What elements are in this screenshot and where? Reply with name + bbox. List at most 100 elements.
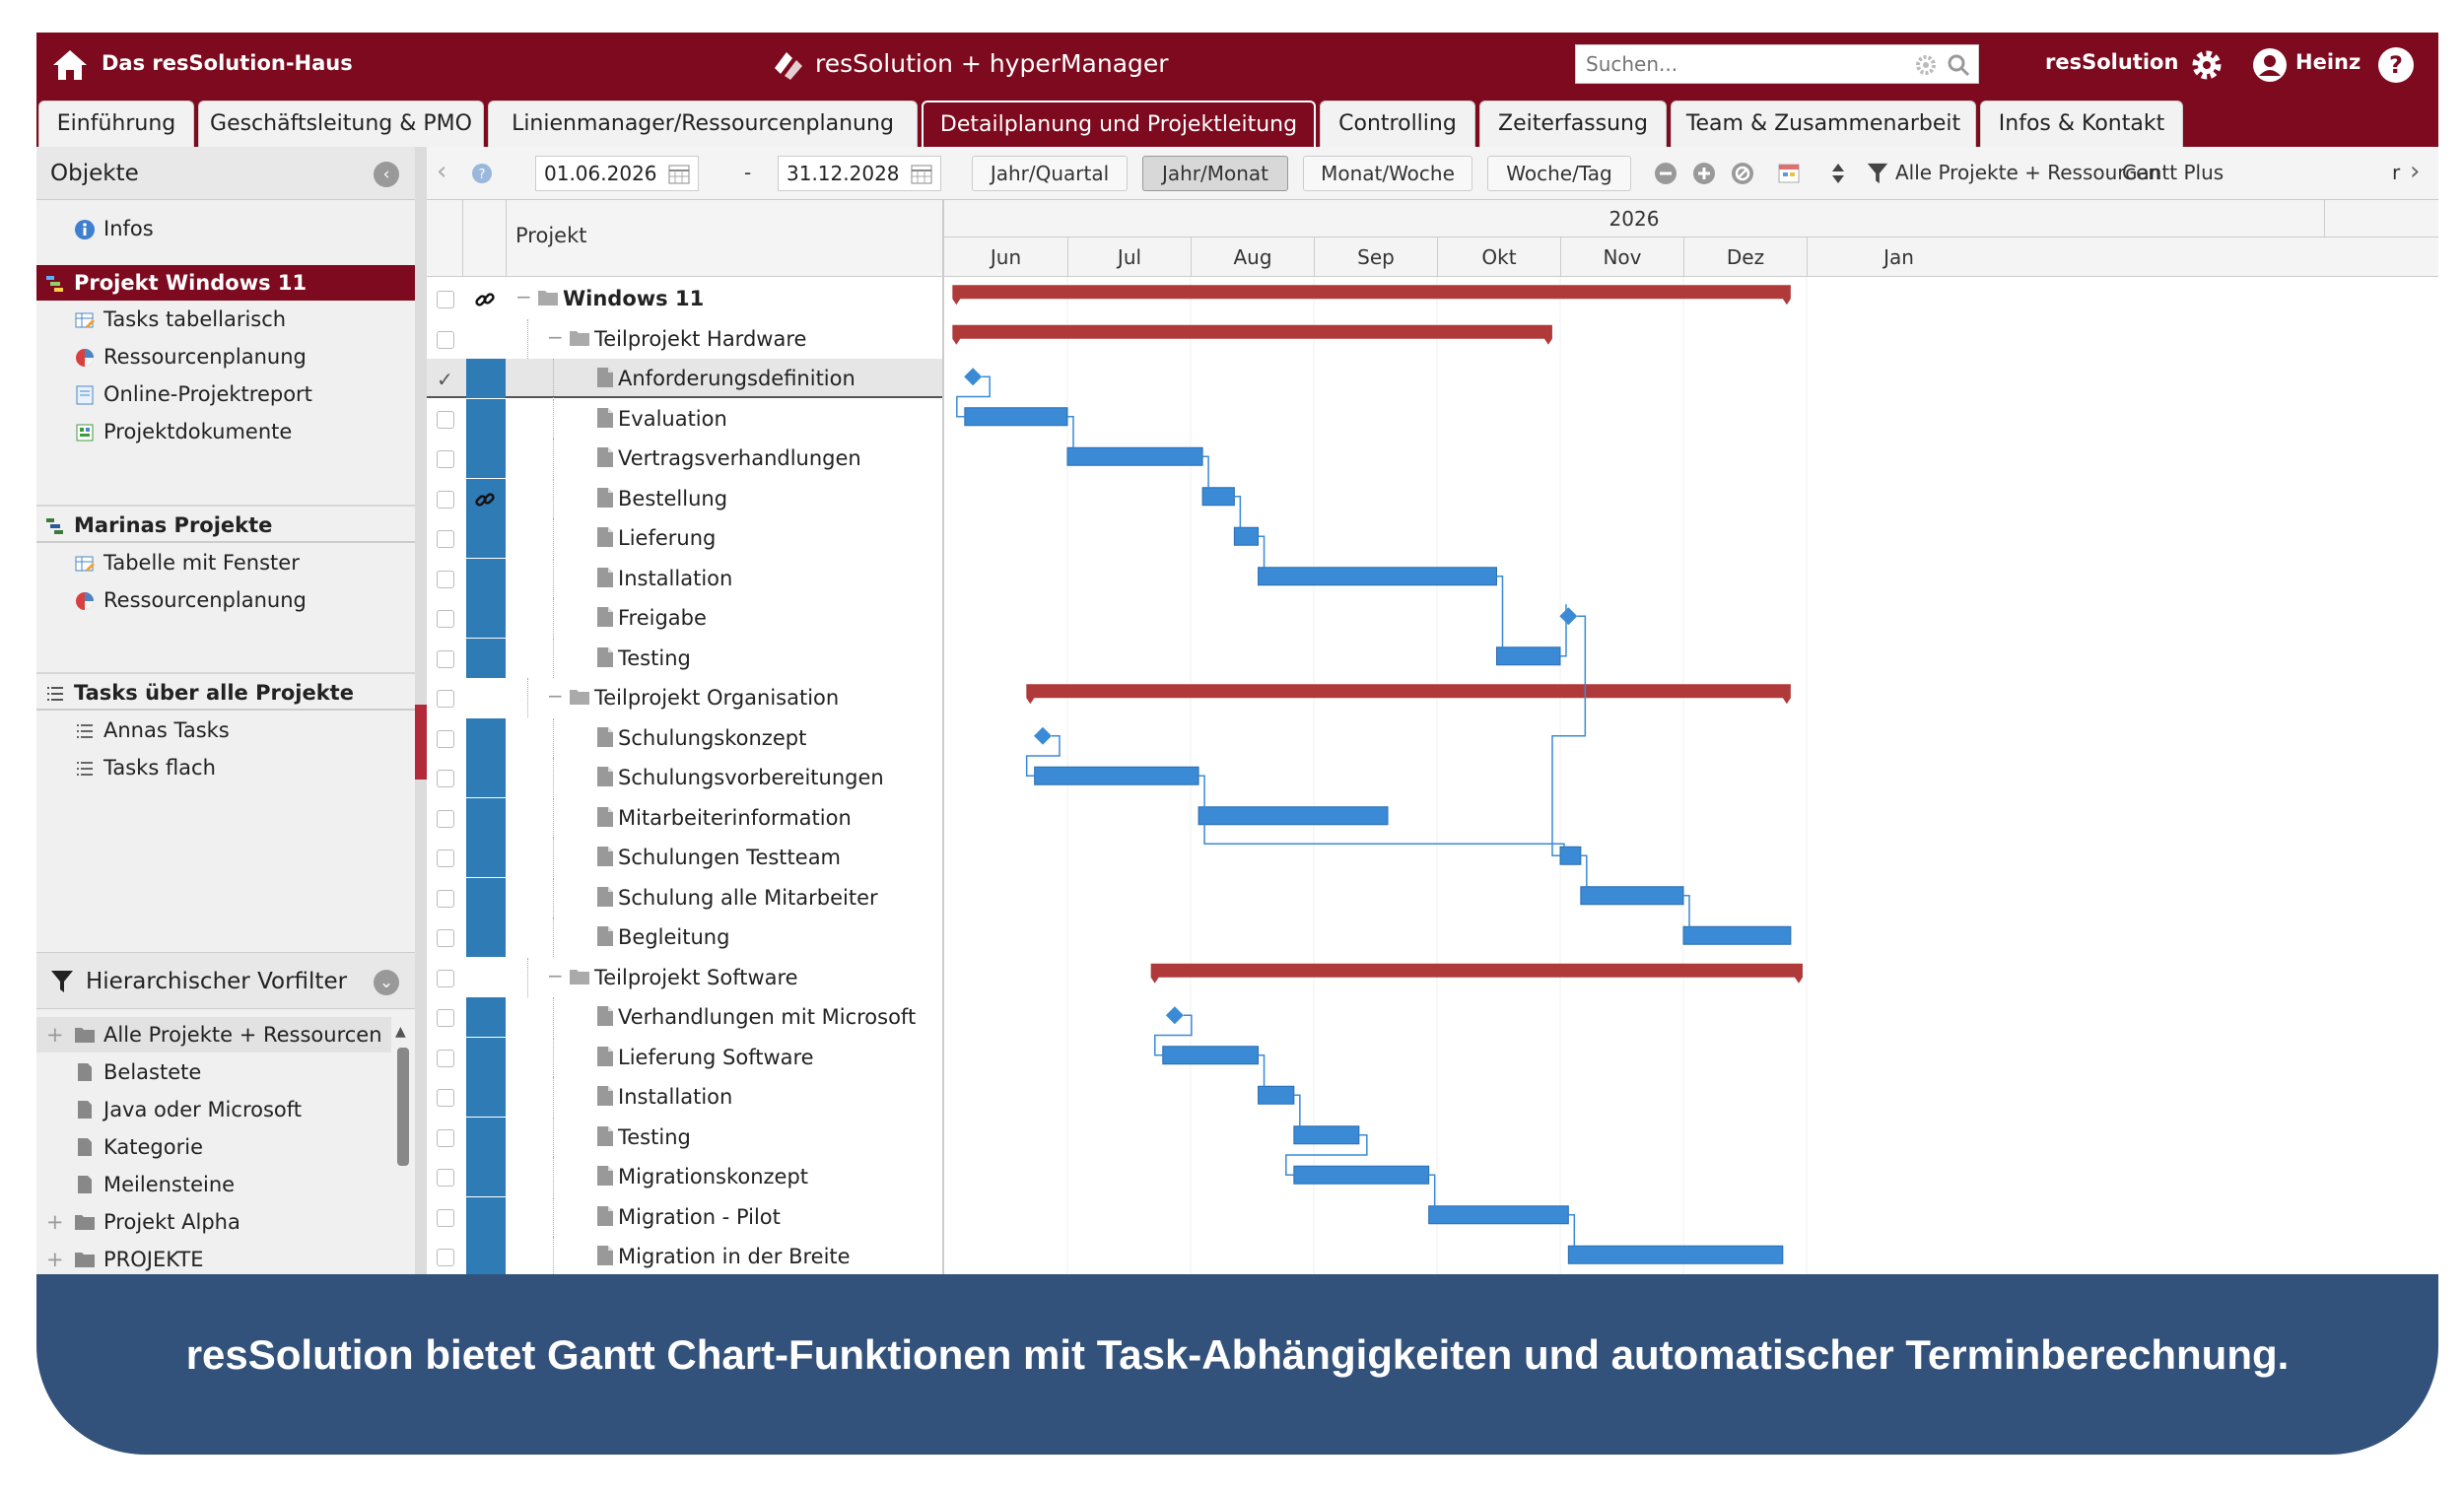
task-name[interactable]: Teilprojekt Hardware xyxy=(594,327,806,351)
tree-expander-icon[interactable]: + xyxy=(46,1242,64,1274)
nav-next-icon[interactable]: › xyxy=(2410,157,2420,186)
task-row[interactable]: Lieferung xyxy=(427,518,944,558)
row-checkbox[interactable] xyxy=(437,1169,454,1187)
task-row[interactable]: Migrationskonzept xyxy=(427,1157,944,1196)
task-name[interactable]: Mitarbeiterinformation xyxy=(618,806,852,830)
task-row[interactable]: − Windows 11 xyxy=(427,279,944,318)
task-name[interactable]: Schulungen Testteam xyxy=(618,846,841,869)
task-bar[interactable] xyxy=(1580,886,1684,906)
task-row[interactable]: − Teilprojekt Organisation xyxy=(427,678,944,717)
view-jahr-quartal-button[interactable]: Jahr/Quartal xyxy=(972,156,1128,191)
task-row[interactable]: Schulungsvorbereitungen xyxy=(427,758,944,797)
filter-tree-item[interactable]: Belastete xyxy=(36,1054,391,1090)
task-name[interactable]: Migration in der Breite xyxy=(618,1245,851,1268)
search-box[interactable] xyxy=(1575,44,1979,84)
task-bar[interactable] xyxy=(1559,846,1582,865)
task-name[interactable]: Freigabe xyxy=(618,606,707,630)
zoom-reset-icon[interactable] xyxy=(1731,162,1754,185)
row-checkbox[interactable]: ✓ xyxy=(437,370,454,389)
link-icon[interactable] xyxy=(474,489,496,510)
calendar-icon[interactable] xyxy=(668,165,690,184)
task-bar[interactable] xyxy=(1293,1125,1360,1145)
task-name[interactable]: Lieferung xyxy=(618,526,716,550)
task-bar[interactable] xyxy=(964,407,1068,427)
task-bar[interactable] xyxy=(1428,1205,1569,1225)
task-row[interactable]: − Teilprojekt Hardware xyxy=(427,318,944,359)
panel-splitter[interactable] xyxy=(415,147,427,1274)
task-row[interactable]: Migration - Pilot xyxy=(427,1196,944,1237)
task-name[interactable]: Bestellung xyxy=(618,487,727,510)
task-row[interactable]: Evaluation xyxy=(427,398,944,439)
task-name[interactable]: Schulungsvorbereitungen xyxy=(618,766,884,789)
task-row[interactable]: Schulungen Testteam xyxy=(427,838,944,877)
row-checkbox[interactable] xyxy=(437,410,454,429)
search-settings-icon[interactable] xyxy=(1914,53,1938,77)
task-row[interactable]: Installation xyxy=(427,1077,944,1117)
task-name[interactable]: Begleitung xyxy=(618,925,729,949)
link-icon[interactable] xyxy=(474,289,496,310)
task-name[interactable]: Installation xyxy=(618,1085,732,1109)
milestone-marker[interactable] xyxy=(1165,1006,1184,1025)
task-name[interactable]: Schulung alle Mitarbeiter xyxy=(618,886,878,910)
row-checkbox[interactable] xyxy=(437,610,454,628)
row-checkbox[interactable] xyxy=(437,570,454,588)
help-icon[interactable]: ? xyxy=(2376,45,2416,85)
view-jahr-monat-button[interactable]: Jahr/Monat xyxy=(1142,156,1288,191)
row-checkbox[interactable] xyxy=(437,649,454,668)
milestone-marker[interactable] xyxy=(1034,726,1052,745)
task-row[interactable]: Testing xyxy=(427,638,944,678)
group-tasks-alle-projekte[interactable]: Tasks über alle Projekte xyxy=(36,675,415,711)
tab-geschaeftsleitung[interactable]: Geschäftsleitung & PMO xyxy=(198,101,484,147)
home-title[interactable]: Das resSolution-Haus xyxy=(102,51,353,75)
task-row[interactable]: ✓ Anforderungsdefinition xyxy=(427,359,944,398)
task-name[interactable]: Teilprojekt Software xyxy=(594,966,798,989)
date-to-field[interactable]: 31.12.2028 xyxy=(778,156,941,191)
task-name[interactable]: Migrationskonzept xyxy=(618,1165,808,1188)
zoom-out-icon[interactable] xyxy=(1654,162,1677,185)
summary-bar[interactable] xyxy=(952,285,1791,306)
task-row[interactable]: Installation xyxy=(427,558,944,598)
task-bar[interactable] xyxy=(1495,646,1561,666)
task-bar[interactable] xyxy=(1682,925,1792,945)
row-checkbox[interactable] xyxy=(437,1249,454,1266)
group-projekt-windows11[interactable]: Projekt Windows 11 xyxy=(36,265,415,301)
task-bar[interactable] xyxy=(1201,487,1235,507)
milestone-marker[interactable] xyxy=(964,368,983,386)
toolbar-more-label[interactable]: r xyxy=(2392,161,2400,184)
left-item-tabelle-fenster[interactable]: Tabelle mit Fenster xyxy=(36,545,415,580)
tab-controlling[interactable]: Controlling xyxy=(1320,101,1475,147)
column-project-header[interactable]: Projekt xyxy=(515,224,586,247)
tree-collapse-icon[interactable]: − xyxy=(547,325,564,349)
left-item-annas-tasks[interactable]: Annas Tasks xyxy=(36,713,415,748)
group-marinas-projekte[interactable]: Marinas Projekte xyxy=(36,508,415,543)
task-name[interactable]: Vertragsverhandlungen xyxy=(618,446,861,470)
row-checkbox[interactable] xyxy=(437,1208,454,1227)
tree-expander-icon[interactable]: + xyxy=(46,1017,64,1053)
filter-tree-item[interactable]: + Projekt Alpha xyxy=(36,1204,391,1240)
task-row[interactable]: Lieferung Software xyxy=(427,1037,944,1077)
left-item-online-report[interactable]: Online-Projektreport xyxy=(36,376,415,412)
scroll-up-icon[interactable]: ▲ xyxy=(395,1024,411,1040)
task-name[interactable]: Migration - Pilot xyxy=(618,1205,781,1229)
task-bar[interactable] xyxy=(1233,526,1260,546)
row-checkbox[interactable] xyxy=(437,330,454,349)
settings-gear-icon[interactable] xyxy=(2188,46,2225,84)
filter-tree-item[interactable]: + Alle Projekte + Ressourcen xyxy=(36,1017,391,1053)
task-name[interactable]: Schulungskonzept xyxy=(618,726,806,750)
view-monat-woche-button[interactable]: Monat/Woche xyxy=(1303,156,1472,191)
milestone-marker[interactable] xyxy=(1559,607,1578,626)
left-item-infos[interactable]: Infos xyxy=(36,211,415,246)
tree-collapse-icon[interactable]: − xyxy=(515,285,532,308)
left-item-ressourcenplanung-2[interactable]: Ressourcenplanung xyxy=(36,582,415,618)
row-checkbox[interactable] xyxy=(437,770,454,787)
row-checkbox[interactable] xyxy=(437,530,454,548)
user-name[interactable]: Heinz xyxy=(2295,50,2361,74)
home-icon[interactable] xyxy=(50,45,90,85)
row-checkbox[interactable] xyxy=(437,729,454,748)
row-checkbox[interactable] xyxy=(437,1128,454,1147)
task-name[interactable]: Testing xyxy=(618,1125,691,1149)
task-row[interactable]: − Teilprojekt Software xyxy=(427,957,944,997)
filter-tree-item[interactable]: + PROJEKTE xyxy=(36,1242,391,1274)
row-checkbox[interactable] xyxy=(437,889,454,908)
zoom-in-icon[interactable] xyxy=(1692,162,1716,185)
